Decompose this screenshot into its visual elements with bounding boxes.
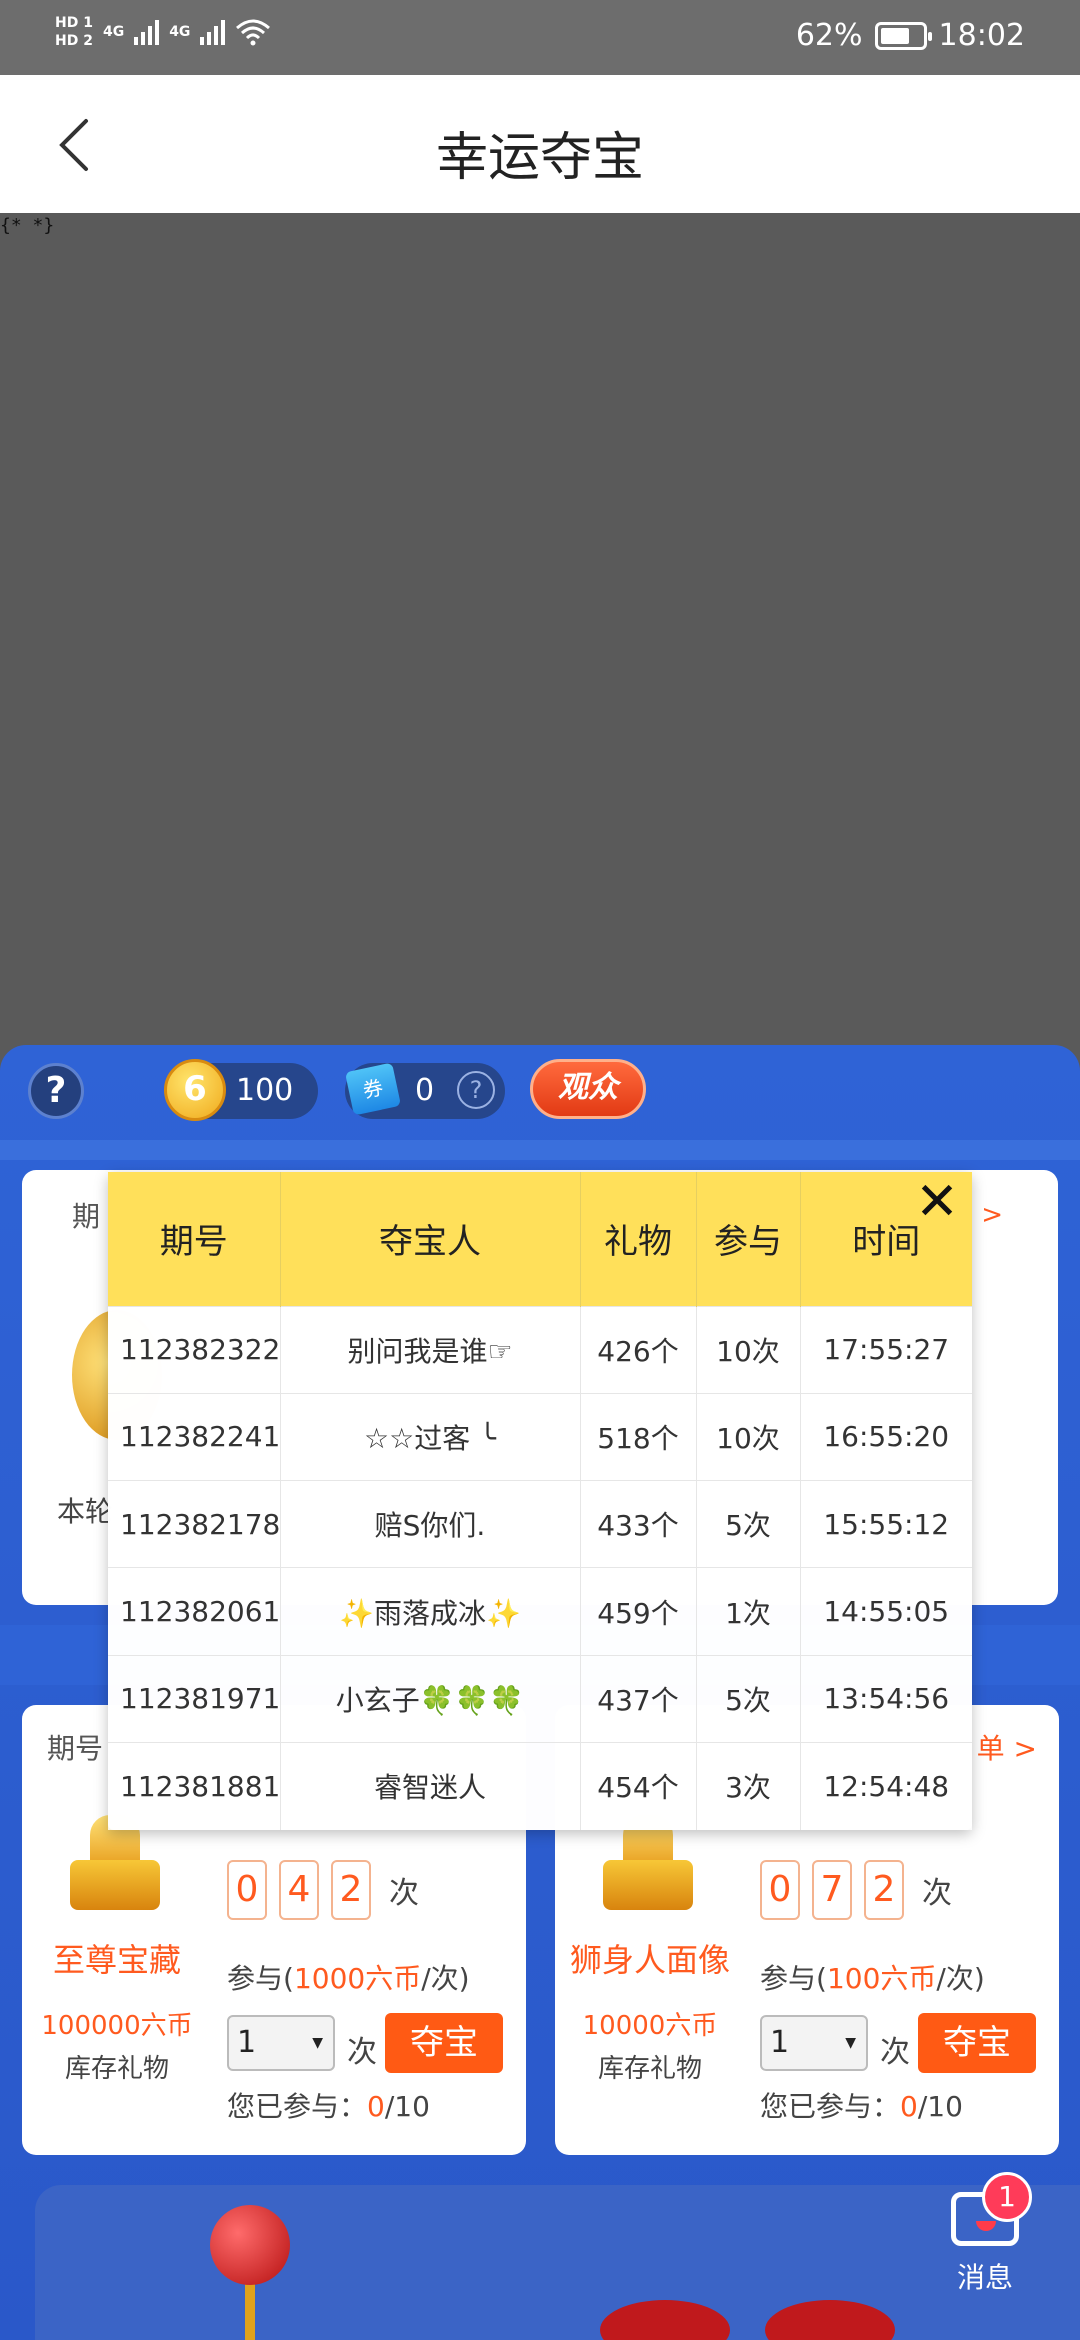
unread-badge: 1 — [982, 2172, 1032, 2222]
participate-cost: 参与(100六币/次) — [760, 1962, 985, 1995]
table-row: 112382178 赔S你们. 433个 5次 15:55:12 — [108, 1480, 972, 1568]
period-label: 期 — [72, 1200, 101, 1233]
page-title: 幸运夺宝 — [435, 128, 644, 188]
machine-tray — [35, 2185, 1080, 2340]
counter-digit: 7 — [812, 1860, 852, 1920]
gift-name: 至尊宝藏 — [52, 1941, 181, 1979]
gift-name: 狮身人面像 — [569, 1941, 730, 1979]
messages-label: 消息 — [956, 2261, 1013, 2294]
rank-link[interactable]: 单 > — [977, 1727, 1037, 1767]
history-header-row: 期号 夺宝人 礼物 参与 时间 — [108, 1172, 972, 1306]
ticket-icon: 券 — [344, 1062, 402, 1116]
battery-icon — [874, 21, 932, 50]
gift-stock-label: 库存礼物 — [64, 2054, 169, 2084]
gift-stock-label: 库存礼物 — [597, 2054, 702, 2084]
counter-unit: 次 — [389, 1876, 419, 1911]
hd-indicator: HD 1 HD 2 — [55, 14, 93, 50]
ticket-amount: 0 — [415, 1073, 435, 1108]
counter-digit: 0 — [760, 1860, 800, 1920]
signal-icon-1 — [134, 19, 160, 45]
counter-digit: 2 — [864, 1860, 904, 1920]
hd1-label: HD 1 — [55, 15, 93, 31]
quantity-select[interactable]: 1 ▼ — [760, 2015, 868, 2071]
participate-cost: 参与(1000六币/次) — [227, 1962, 470, 1995]
grab-treasure-button[interactable]: 夺宝 — [385, 2013, 503, 2073]
column-header: 参与 — [696, 1172, 801, 1306]
participation-counter: 0 7 2 次 — [760, 1860, 952, 1920]
gift-price: 10000六币 — [582, 2011, 718, 2041]
coin-balance: 6 100 — [164, 1059, 318, 1121]
ticket-help-icon[interactable]: ? — [457, 1071, 495, 1109]
coin-amount: 100 — [236, 1073, 294, 1108]
help-button[interactable]: ? — [28, 1063, 84, 1119]
table-row: 112382322 别问我是谁☞ 426个 10次 17:55:27 — [108, 1305, 972, 1394]
quantity-select[interactable]: 1 ▼ — [227, 2015, 335, 2071]
times-label: 次 — [347, 2035, 377, 2070]
times-label: 次 — [880, 2035, 910, 2070]
column-header: 夺宝人 — [280, 1172, 581, 1306]
table-row: 112381971 小玄子🍀🍀🍀 437个 5次 13:54:56 — [108, 1654, 972, 1743]
history-table: 期号 夺宝人 礼物 参与 时间 112382322 别问我是谁☞ 426个 10次 17… — [108, 1172, 972, 1830]
ticket-balance: 券 0 ? — [344, 1062, 505, 1119]
coin-icon: 6 — [164, 1059, 226, 1121]
wifi-icon — [236, 19, 271, 46]
table-row: 112382061 ✨雨落成冰✨ 459个 1次 14:55:05 — [108, 1567, 972, 1656]
counter-digit: 0 — [227, 1860, 267, 1920]
clock: 18:02 — [938, 18, 1025, 53]
frame-top — [0, 1140, 1080, 1160]
hd2-label: HD 2 — [55, 33, 93, 49]
round-label: 本轮 — [57, 1495, 114, 1528]
gift-price: 100000六币 — [41, 2011, 193, 2041]
counter-digit: 4 — [279, 1860, 319, 1920]
column-header: 礼物 — [580, 1172, 697, 1306]
joystick-stick — [245, 2280, 255, 2340]
status-bar: HD 1 HD 2 4G 4G 62% 18:02 — [0, 0, 1080, 75]
counter-unit: 次 — [922, 1876, 952, 1911]
column-header: 期号 — [108, 1172, 281, 1306]
network-type-1: 4G — [102, 24, 125, 40]
grab-treasure-button[interactable]: 夺宝 — [918, 2013, 1036, 2073]
game-top-bar: ? 6 100 券 0 ? 观众 — [0, 1045, 1080, 1145]
participation-counter: 0 4 2 次 — [227, 1860, 419, 1920]
joined-status: 您已参与：0/10 — [227, 2090, 430, 2123]
title-bar: 幸运夺宝 — [0, 75, 1080, 213]
joined-status: 您已参与：0/10 — [760, 2090, 963, 2123]
battery-percent: 62% — [795, 18, 863, 53]
debug-text: {* *} — [0, 215, 55, 236]
network-type-2: 4G — [169, 24, 191, 40]
close-icon[interactable]: ✕ — [914, 1176, 960, 1228]
audience-button[interactable]: 观众 — [530, 1059, 646, 1119]
joystick-knob[interactable] — [210, 2205, 290, 2285]
table-row: 112381881 睿智迷人 454个 3次 12:54:48 — [108, 1741, 972, 1830]
card-period-label: 期号 — [47, 1732, 104, 1765]
history-popup: 期号 夺宝人 礼物 参与 时间 112382322 别问我是谁☞ 426个 10次 17… — [108, 1172, 972, 1830]
signal-icon-2 — [200, 19, 226, 45]
table-row: 112382241 ☆☆过客 ╰ 518个 10次 16:55:20 — [108, 1392, 972, 1481]
counter-digit: 2 — [331, 1860, 371, 1920]
